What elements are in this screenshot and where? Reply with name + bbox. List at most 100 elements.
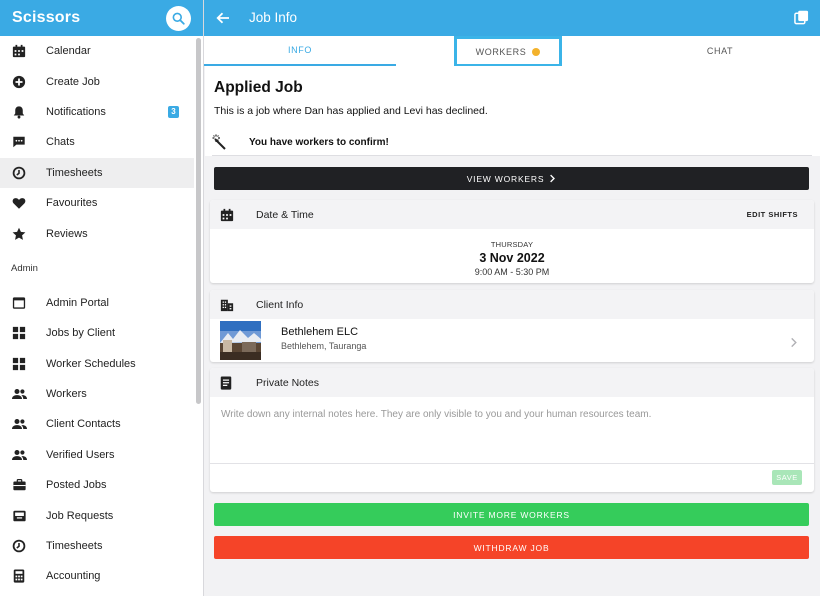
- client-info-header: Client Info: [210, 290, 814, 319]
- sidebar-item-label: Timesheets: [46, 540, 103, 553]
- sidebar-header: Scissors: [0, 0, 203, 36]
- withdraw-job-button[interactable]: WITHDRAW JOB: [214, 536, 809, 559]
- people-icon: [11, 447, 27, 463]
- tab-label: WORKERS: [475, 46, 527, 57]
- sidebar-item-admin-portal[interactable]: Admin Portal: [0, 288, 194, 318]
- sidebar-item-accounting[interactable]: Accounting: [0, 561, 194, 591]
- job-summary: Applied Job This is a job where Dan has …: [205, 66, 820, 156]
- sidebar-item-label: Jobs by Client: [46, 327, 116, 340]
- copy-icon: [794, 10, 809, 25]
- date-time-header: Date & Time EDIT SHIFTS: [210, 200, 814, 229]
- sidebar-item-favourites[interactable]: Favourites: [0, 188, 194, 218]
- sidebar-menu: Calendar Create Job Notifications 3 Chat…: [0, 36, 194, 596]
- sidebar-item-timesheets[interactable]: Timesheets: [0, 157, 194, 188]
- sidebar-item-label: Calendar: [46, 45, 91, 58]
- sidebar-section-admin: Admin: [11, 262, 38, 274]
- shift-details: THURSDAY 3 Nov 2022 9:00 AM - 5:30 PM: [210, 229, 814, 277]
- tab-label: CHAT: [706, 46, 734, 56]
- sidebar-item-worker-schedules[interactable]: Worker Schedules: [0, 349, 194, 379]
- timesheet-icon: [11, 538, 27, 554]
- job-info-content: Applied Job This is a job where Dan has …: [205, 66, 820, 596]
- sidebar-item-verified-users[interactable]: Verified Users: [0, 440, 194, 470]
- plus-circle-icon: [11, 74, 27, 90]
- sidebar-item-chats[interactable]: Chats: [0, 127, 194, 157]
- sidebar-item-admin-timesheets[interactable]: Timesheets: [0, 531, 194, 561]
- sidebar-item-label: Admin Portal: [46, 296, 109, 309]
- private-notes-header: Private Notes: [210, 368, 814, 397]
- people-icon: [11, 416, 27, 432]
- copy-button[interactable]: [794, 10, 809, 25]
- job-title: Applied Job: [214, 79, 303, 96]
- edit-shifts-button[interactable]: EDIT SHIFTS: [747, 210, 798, 219]
- calculator-icon: [11, 568, 27, 584]
- sidebar-item-reviews[interactable]: Reviews: [0, 218, 194, 248]
- chevron-right-icon: [790, 335, 800, 348]
- star-icon: [11, 226, 27, 242]
- divider: [210, 463, 814, 464]
- sidebar-item-label: Favourites: [46, 197, 98, 210]
- sidebar-item-label: Verified Users: [46, 448, 115, 461]
- arrow-left-icon: [216, 12, 229, 24]
- grid-icon: [11, 356, 27, 372]
- invite-more-workers-button[interactable]: INVITE MORE WORKERS: [214, 503, 809, 526]
- sidebar-scrollbar[interactable]: [196, 38, 201, 404]
- grid-icon: [11, 325, 27, 341]
- back-button[interactable]: [215, 10, 231, 26]
- sidebar-item-posted-jobs[interactable]: Posted Jobs: [0, 470, 194, 500]
- bell-icon: [11, 104, 27, 120]
- sidebar-item-label: Timesheets: [46, 166, 103, 179]
- app-title: Scissors: [12, 9, 81, 26]
- date-time-heading: Date & Time: [256, 209, 314, 221]
- view-workers-button[interactable]: VIEW WORKERS: [214, 167, 809, 190]
- tab-info[interactable]: INFO: [204, 36, 396, 66]
- client-row[interactable]: Bethlehem ELC Bethlehem, Tauranga: [210, 319, 814, 362]
- sidebar-item-client-contacts[interactable]: Client Contacts: [0, 409, 194, 439]
- sidebar-item-job-requests[interactable]: Job Requests: [0, 500, 194, 530]
- calendar-icon: [11, 43, 27, 59]
- sidebar-item-label: Reviews: [46, 227, 88, 240]
- private-notes-input[interactable]: Write down any internal notes here. They…: [221, 409, 651, 420]
- inbox-icon: [11, 508, 27, 524]
- sidebar-item-label: Posted Jobs: [46, 479, 107, 492]
- sidebar-item-jobs-by-client[interactable]: Jobs by Client: [0, 318, 194, 348]
- sidebar-item-calendar[interactable]: Calendar: [0, 36, 194, 66]
- sidebar-item-label: Workers: [46, 388, 87, 401]
- notification-count-badge: 3: [168, 105, 179, 118]
- page-title: Job Info: [249, 10, 298, 25]
- tab-workers[interactable]: WORKERS: [454, 36, 562, 67]
- chevron-right-icon: [550, 174, 556, 183]
- search-icon: [172, 12, 185, 25]
- shift-date: 3 Nov 2022: [479, 251, 545, 265]
- client-name: Bethlehem ELC: [281, 326, 359, 338]
- sidebar-item-label: Job Requests: [46, 509, 114, 522]
- sidebar-item-create-job[interactable]: Create Job: [0, 66, 194, 96]
- sidebar-item-label: Chats: [46, 136, 75, 149]
- client-photo: [220, 321, 261, 360]
- portal-icon: [11, 295, 27, 311]
- note-icon: [220, 376, 234, 390]
- shift-day: THURSDAY: [490, 240, 534, 249]
- tab-label: INFO: [288, 45, 312, 55]
- sidebar-item-label: Accounting: [46, 570, 101, 583]
- top-bar: Job Info: [204, 0, 820, 36]
- building-icon: [220, 298, 234, 312]
- client-info-heading: Client Info: [256, 299, 304, 311]
- job-description: This is a job where Dan has applied and …: [214, 105, 488, 117]
- briefcase-icon: [11, 477, 27, 493]
- save-notes-button[interactable]: SAVE: [772, 470, 802, 485]
- workers-indicator-dot: [532, 47, 541, 56]
- search-button[interactable]: [166, 6, 191, 31]
- sidebar-item-label: Create Job: [46, 75, 100, 88]
- sidebar: Scissors Calendar Create Job Notificatio…: [0, 0, 204, 596]
- private-notes-card: Private Notes Write down any internal no…: [210, 368, 814, 492]
- sidebar-item-label: Client Contacts: [46, 418, 121, 431]
- view-workers-label: VIEW WORKERS: [466, 173, 545, 184]
- sidebar-item-notifications[interactable]: Notifications 3: [0, 97, 194, 127]
- tab-chat[interactable]: CHAT: [624, 36, 816, 66]
- sidebar-item-workers[interactable]: Workers: [0, 379, 194, 409]
- magic-wand-icon: [212, 134, 228, 150]
- date-time-card: Date & Time EDIT SHIFTS THURSDAY 3 Nov 2…: [210, 200, 814, 283]
- chat-icon: [11, 134, 27, 150]
- heart-icon: [11, 195, 27, 211]
- sidebar-item-label: Worker Schedules: [46, 357, 136, 370]
